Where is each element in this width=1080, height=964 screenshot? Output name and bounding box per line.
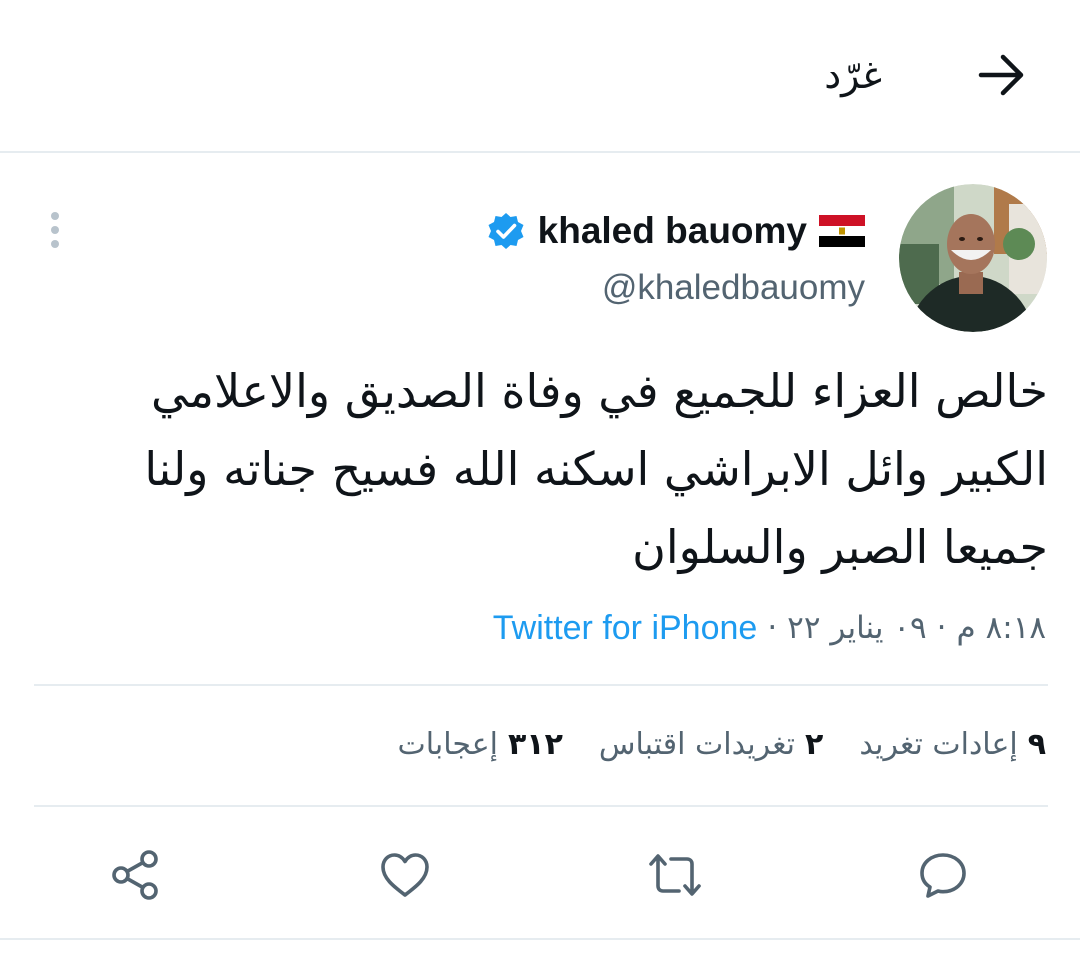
meta-separator: · [767, 610, 778, 646]
more-dot [51, 212, 59, 220]
tweet-text: خالص العزاء للجميع في وفاة الصديق والاعل… [34, 352, 1048, 586]
retweet-button[interactable] [640, 840, 710, 910]
stat-label: إعجابات [397, 726, 498, 762]
meta-separator: · [936, 610, 947, 646]
avatar[interactable] [899, 184, 1047, 332]
reply-button[interactable] [908, 840, 978, 910]
share-icon [112, 850, 158, 900]
tweet-date: ٠٩ يناير ٢٢ [787, 610, 927, 646]
meta-divider [34, 684, 1048, 686]
share-button[interactable] [100, 840, 170, 910]
stat-count: ٣١٢ [507, 726, 563, 762]
author-handle[interactable]: @khaledbauomy [602, 268, 865, 308]
tweet-detail-screen: غرّد khaled bauomy @khaledbauomy خالص ال… [0, 0, 1080, 964]
stat-count: ٢ [805, 726, 824, 762]
back-button[interactable] [975, 48, 1029, 102]
tweet-stats: ٩ إعادات تغريد ٢ تغريدات اقتباس ٣١٢ إعجا… [397, 720, 1046, 768]
stat-count: ٩ [1027, 726, 1046, 762]
quote-tweets-stat[interactable]: ٢ تغريدات اقتباس [599, 727, 823, 762]
stat-label: إعادات تغريد [859, 726, 1018, 762]
retweets-stat[interactable]: ٩ إعادات تغريد [859, 727, 1046, 762]
tweet-meta: ٨:١٨ م · ٠٩ يناير ٢٢ · Twitter for iPhon… [493, 604, 1046, 652]
more-dot [51, 240, 59, 248]
tweet-time: ٨:١٨ م [956, 610, 1046, 646]
arrow-right-icon [978, 54, 1024, 96]
author-display-name: khaled bauomy [537, 210, 807, 251]
avatar-photo [899, 184, 1047, 332]
likes-stat[interactable]: ٣١٢ إعجابات [397, 727, 562, 762]
more-options-button[interactable] [40, 208, 70, 252]
tweet-source-link[interactable]: Twitter for iPhone [493, 609, 758, 648]
heart-icon [381, 853, 429, 897]
author-name-row[interactable]: khaled bauomy [486, 202, 865, 260]
tweet-line: الكبير وائل الابراشي اسكنه الله فسيح جنا… [144, 442, 1048, 496]
tweet-actions [0, 840, 1080, 910]
page-title: غرّد [824, 53, 882, 97]
like-button[interactable] [370, 840, 440, 910]
stat-label: تغريدات اقتباس [598, 726, 796, 762]
more-dot [51, 226, 59, 234]
top-bar: غرّد [0, 0, 1080, 153]
reply-icon [920, 853, 966, 898]
retweet-icon [649, 854, 701, 896]
verified-badge-icon [488, 213, 524, 249]
header-divider [0, 151, 1080, 153]
egypt-flag-icon [819, 215, 865, 247]
tweet-line: جميعا الصبر والسلوان [632, 520, 1048, 574]
bottom-divider [0, 938, 1080, 940]
stats-divider [34, 805, 1048, 807]
tweet-line: خالص العزاء للجميع في وفاة الصديق والاعل… [151, 364, 1048, 418]
